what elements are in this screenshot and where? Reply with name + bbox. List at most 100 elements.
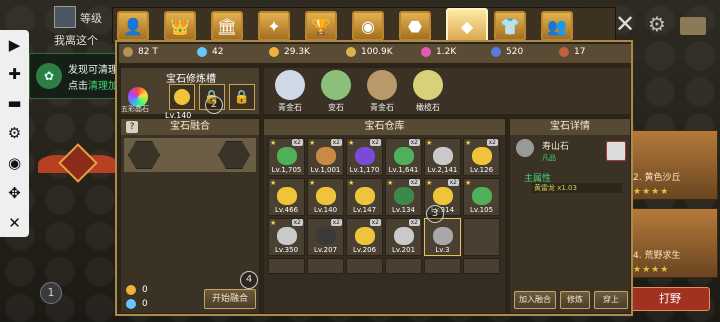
gem-cell[interactable]: x2 Lv.207: [307, 218, 344, 256]
hero-tab[interactable]: 👤: [117, 11, 149, 41]
gold-icon: [126, 285, 136, 295]
featured-gem-name: 青金石: [278, 103, 302, 112]
gem-cell[interactable]: [268, 258, 305, 274]
resource-diamond: 42: [197, 47, 223, 57]
gem-cell[interactable]: ★ x2 Lv.350: [268, 218, 305, 256]
eye-tab[interactable]: ◉: [352, 11, 384, 41]
eye-tab-icon: ◉: [361, 16, 375, 36]
fusion-panel: 宝石融合 ? 0 0 开始融合 4: [120, 118, 260, 314]
close-icon[interactable]: ✕: [610, 12, 640, 38]
mail-icon[interactable]: [680, 17, 706, 35]
crown-tab[interactable]: 👑: [164, 11, 196, 41]
gem-icon: [472, 187, 492, 205]
count-badge: x2: [291, 139, 303, 146]
trophy-tab[interactable]: 🏆: [305, 11, 337, 41]
add-to-fusion-button[interactable]: 加入融合: [514, 291, 556, 309]
help-button[interactable]: ?: [126, 121, 138, 133]
gem-cell[interactable]: ★ Lv.2,141: [424, 138, 461, 176]
friends-tab[interactable]: 👥: [541, 11, 573, 41]
gem-detail-panel: 宝石详情 寿山石 凡品 主属性 黄雷龙 x1.03 加入融合 修炼 穿上: [509, 118, 631, 314]
star-icon: ★: [348, 179, 355, 187]
stage-card[interactable]: 4. 荒野求生 ★★★★: [628, 208, 718, 278]
gem-cell[interactable]: ★ x2 Lv.1,170: [346, 138, 383, 176]
settings-icon[interactable]: ⚙: [644, 12, 670, 38]
count-badge: x2: [408, 179, 420, 186]
gem-slots-panel: 宝石修炼槽 五彩晶石 Lv.140 🔒 🔒 2: [120, 67, 260, 120]
gem-cell[interactable]: x2 Lv.201: [385, 218, 422, 256]
gemstone-tab[interactable]: ◆: [446, 8, 488, 44]
gem-cell[interactable]: ★ Lv.466: [268, 178, 305, 216]
gem-cell[interactable]: Lv.3: [424, 218, 461, 256]
gem-cell[interactable]: ★ Lv.105: [463, 178, 500, 216]
player-info[interactable]: 等级 我离这个: [50, 0, 120, 50]
gem-cell[interactable]: x2 Lv.206: [346, 218, 383, 256]
move-icon[interactable]: ✥: [0, 178, 29, 207]
chest-icon: [559, 47, 569, 57]
equipped-hero-avatar[interactable]: [606, 141, 626, 161]
star-icon: ★: [426, 179, 433, 187]
gem-warehouse: 宝石仓库 ★ x2 Lv.1,705 ★ x2 Lv.1,001 ★ x2 Lv.1,170 x2…: [263, 118, 506, 314]
featured-gem[interactable]: 青金石: [268, 70, 312, 114]
power-icon: [123, 47, 133, 57]
gem-cell[interactable]: ★ Lv.140: [307, 178, 344, 216]
close-icon[interactable]: ✕: [0, 208, 29, 237]
shirt-tab[interactable]: 👕: [494, 11, 526, 41]
fusion-slot[interactable]: [218, 141, 250, 169]
gear-icon[interactable]: ⚙: [0, 118, 29, 147]
gem-icon: [394, 187, 414, 205]
gem-cell[interactable]: [346, 258, 383, 274]
star-tab-icon: ✦: [267, 16, 281, 36]
featured-gem[interactable]: 橄榄石: [406, 70, 450, 114]
gem-cell[interactable]: [385, 258, 422, 274]
diamond-icon: [126, 299, 136, 309]
minus-icon[interactable]: ▬: [0, 88, 29, 117]
gem-icon: [433, 147, 453, 165]
gem-cell[interactable]: [307, 258, 344, 274]
gem-cell[interactable]: x2 Lv.1,641: [385, 138, 422, 176]
crystal-value: 100.9K: [361, 47, 393, 57]
friends-tab-icon: 👥: [547, 16, 567, 36]
gold-value: 29.3K: [284, 47, 310, 57]
gem-icon: [355, 147, 375, 165]
plus-icon[interactable]: ✚: [0, 59, 29, 88]
marker-3: 3: [426, 205, 444, 223]
gem-cell[interactable]: ★ x2 Lv.1,001: [307, 138, 344, 176]
featured-gem[interactable]: 变石: [314, 70, 358, 114]
start-fusion-button[interactable]: 开始融合: [204, 289, 256, 309]
locked-slot[interactable]: 🔒: [229, 84, 255, 110]
diamond-value: 42: [212, 47, 224, 57]
featured-gem-name: 变石: [328, 103, 344, 112]
gem-cell[interactable]: ★ x2 Lv.1,705: [268, 138, 305, 176]
gem-icon: [277, 227, 297, 245]
featured-gem[interactable]: 青金石: [360, 70, 404, 114]
star-icon: ★: [270, 179, 277, 187]
eye-off-icon[interactable]: ◉: [0, 148, 29, 177]
shirt-tab-icon: 👕: [500, 16, 520, 36]
cultivate-button[interactable]: 修炼: [560, 291, 590, 309]
play-icon[interactable]: ▶: [0, 30, 29, 59]
player-subtitle: 我离这个: [54, 34, 98, 47]
avatar[interactable]: [54, 6, 76, 28]
gem-cell[interactable]: ★ x2 Lv.126: [463, 138, 500, 176]
equip-button[interactable]: 穿上: [594, 291, 628, 309]
gem-icon: [277, 187, 297, 205]
gem-level: Lv.126: [469, 166, 494, 174]
star-tab[interactable]: ✦: [258, 11, 290, 41]
gem-tab[interactable]: ⬣: [399, 11, 431, 41]
stage-card[interactable]: 2. 黄色沙丘 ★★★★: [628, 130, 718, 200]
count-badge: x2: [330, 139, 342, 146]
gem-slot[interactable]: [169, 84, 195, 110]
gem-level: Lv.201: [391, 246, 416, 254]
gem-cell[interactable]: [424, 258, 461, 274]
star-icon: ★: [465, 179, 472, 187]
gem-cell[interactable]: [463, 218, 500, 256]
building-tab[interactable]: 🏛: [211, 11, 243, 41]
count-badge: x2: [369, 139, 381, 146]
fusion-slot[interactable]: [128, 141, 160, 169]
gem-cell[interactable]: ★ x2 Lv.134: [385, 178, 422, 216]
gem-cell[interactable]: [463, 258, 500, 274]
fight-button[interactable]: 打野: [630, 287, 710, 311]
guild-emblem[interactable]: [38, 143, 118, 197]
gem-cell[interactable]: ★ Lv.147: [346, 178, 383, 216]
star-icon: ★: [270, 219, 277, 227]
